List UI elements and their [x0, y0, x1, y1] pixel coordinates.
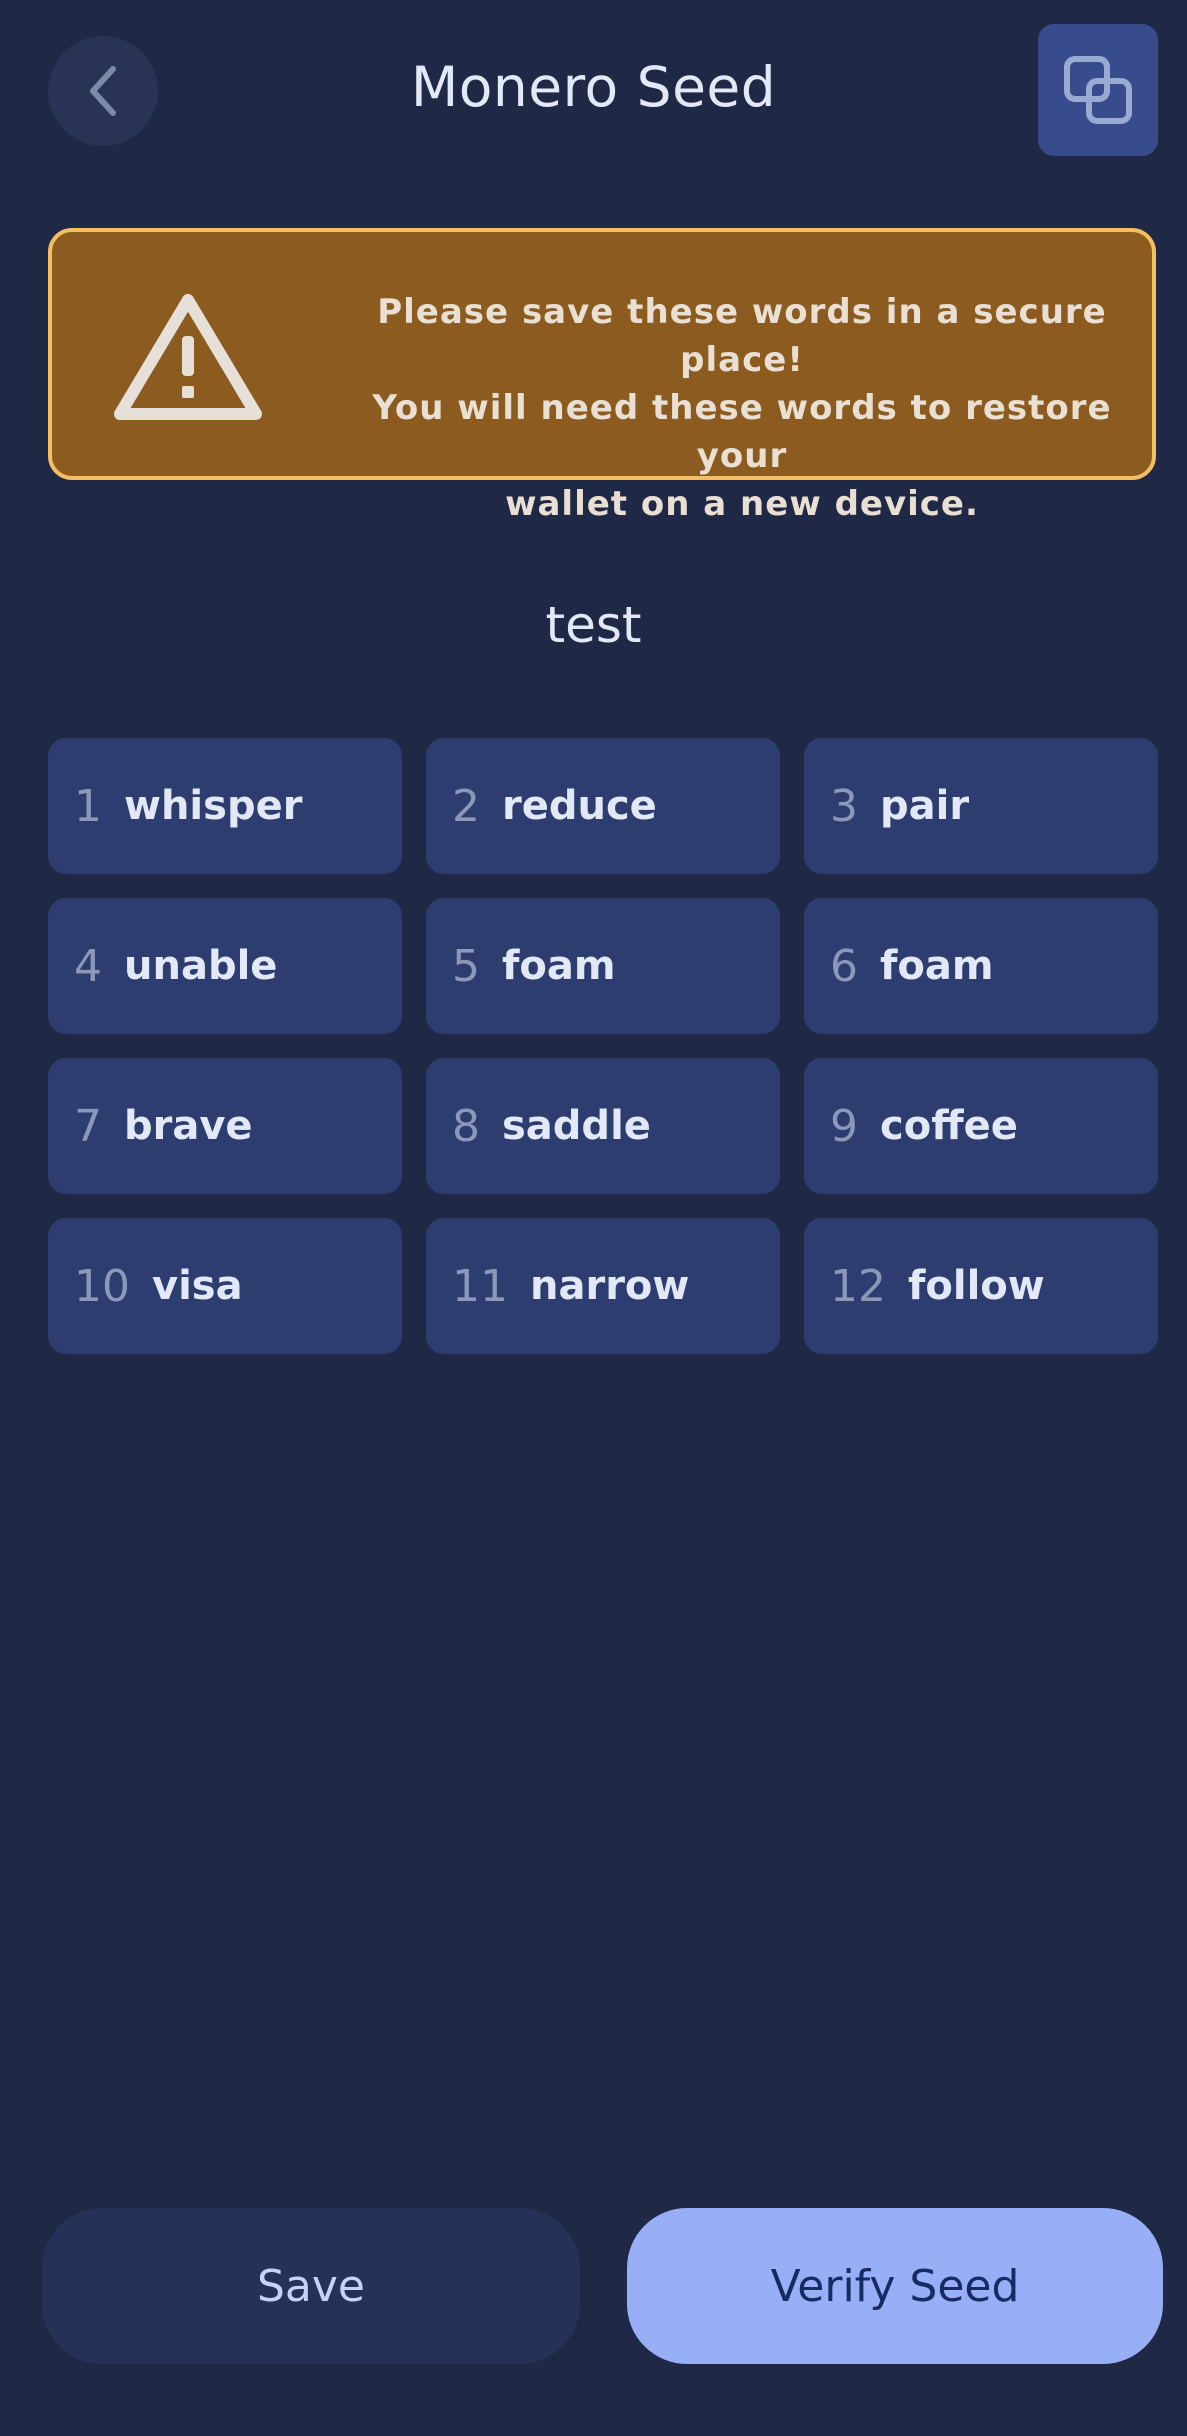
seed-word-number: 5 — [452, 940, 480, 992]
wallet-name: test — [545, 596, 642, 654]
seed-word-number: 3 — [830, 780, 858, 832]
seed-word-card: 10 visa — [48, 1218, 402, 1354]
seed-word-text: foam — [502, 943, 616, 989]
copy-icon — [1064, 56, 1132, 124]
seed-word-card: 12 follow — [804, 1218, 1158, 1354]
seed-word-card: 11 narrow — [426, 1218, 780, 1354]
seed-word-text: unable — [124, 943, 278, 989]
seed-word-number: 1 — [74, 780, 102, 832]
seed-word-text: foam — [880, 943, 994, 989]
seed-word-text: whisper — [124, 783, 303, 829]
seed-word-text: saddle — [502, 1103, 651, 1149]
warning-line: You will need these words to restore you… — [372, 388, 1112, 476]
warning-line: Please save these words in a secure plac… — [377, 292, 1107, 380]
seed-word-text: visa — [152, 1263, 243, 1309]
seed-word-card: 7 brave — [48, 1058, 402, 1194]
save-button[interactable]: Save — [42, 2208, 580, 2364]
warning-message: Please save these words in a secure plac… — [352, 288, 1132, 524]
seed-word-card: 1 whisper — [48, 738, 402, 874]
seed-word-number: 4 — [74, 940, 102, 992]
seed-word-number: 2 — [452, 780, 480, 832]
seed-word-number: 8 — [452, 1100, 480, 1152]
seed-word-card: 4 unable — [48, 898, 402, 1034]
seed-word-text: brave — [124, 1103, 253, 1149]
verify-seed-button[interactable]: Verify Seed — [627, 2208, 1163, 2364]
seed-word-card: 3 pair — [804, 738, 1158, 874]
seed-word-card: 9 coffee — [804, 1058, 1158, 1194]
seed-word-card: 5 foam — [426, 898, 780, 1034]
seed-word-card: 6 foam — [804, 898, 1158, 1034]
warning-banner: Please save these words in a secure plac… — [48, 228, 1156, 524]
copy-button[interactable] — [1038, 24, 1158, 156]
seed-word-number: 9 — [830, 1100, 858, 1152]
seed-word-number: 10 — [74, 1260, 130, 1312]
seed-word-number: 11 — [452, 1260, 508, 1312]
seed-word-text: pair — [880, 783, 970, 829]
page-title: Monero Seed — [410, 55, 777, 119]
seed-word-text: coffee — [880, 1103, 1018, 1149]
seed-word-grid: 1 whisper 2 reduce 3 pair 4 unable 5 foam 6 fo… — [48, 738, 1158, 1354]
seed-word-text: reduce — [502, 783, 657, 829]
seed-word-text: follow — [908, 1263, 1045, 1309]
warning-icon — [114, 294, 262, 420]
seed-word-number: 6 — [830, 940, 858, 992]
warning-line: wallet on a new device. — [505, 484, 979, 524]
seed-word-text: narrow — [530, 1263, 690, 1309]
seed-word-card: 8 saddle — [426, 1058, 780, 1194]
seed-word-card: 2 reduce — [426, 738, 780, 874]
seed-word-number: 12 — [830, 1260, 886, 1312]
seed-word-number: 7 — [74, 1100, 102, 1152]
